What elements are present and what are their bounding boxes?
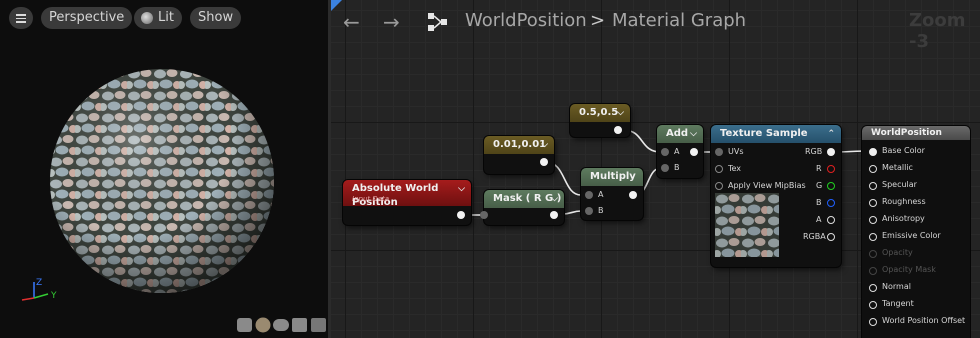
pin-label: Specular [882,180,917,189]
input-pin[interactable] [869,284,877,292]
axis-gizmo: Z Y [21,278,57,301]
input-pin[interactable] [480,211,488,219]
node-constant-05[interactable]: 0.5,0.5 ⌵ [570,104,630,137]
input-pin-b[interactable] [585,207,593,215]
pin-label-a: A [816,215,822,224]
pin-label: Opacity Mask [882,265,936,274]
pin-label-a: A [674,147,680,156]
pin-label: Metallic [882,163,913,172]
texture-thumbnail [715,193,779,257]
pin-label-b: B [674,163,680,172]
show-button[interactable]: Show [190,7,242,29]
cylinder-shape-icon[interactable] [237,318,252,332]
sphere-shape-icon[interactable] [255,317,271,333]
output-pin[interactable] [550,211,558,219]
input-pin[interactable] [869,216,877,224]
input-pin[interactable] [869,199,877,207]
input-pin[interactable] [869,267,877,275]
pin-label-r: R [816,164,822,173]
input-pin[interactable] [869,301,877,309]
output-pin-g[interactable] [827,182,835,190]
input-pin[interactable] [869,233,877,241]
pin-label-a: A [598,190,604,199]
chevron-down-icon[interactable]: ⌵ [551,190,558,208]
pin-label-rgba: RGBA [803,232,826,241]
output-pin-rgb[interactable] [827,148,835,156]
input-pin-mipbias[interactable] [715,182,723,190]
node-title: Multiply [590,171,636,182]
node-multiply[interactable]: Multiply A B [581,168,643,220]
output-pin-rgba[interactable] [827,233,835,241]
output-pin[interactable] [614,126,622,134]
chevron-down-icon[interactable]: ⌵ [541,136,548,154]
chevron-down-icon[interactable]: ⌵ [458,182,465,196]
chevron-up-icon[interactable]: ⌃ [827,125,835,143]
lit-sphere-icon [141,12,153,24]
output-pin-b[interactable] [827,199,835,207]
output-pin[interactable] [457,211,465,219]
material-editor: Perspective Lit Show Z Y ← → WorldPositi… [0,0,980,338]
pin-label-g: G [816,181,823,190]
output-pin-a[interactable] [827,216,835,224]
pin-label: Anisotropy [882,214,925,223]
node-title: 0.01,0.01 [493,139,547,150]
pin-label: Tangent [882,299,914,308]
output-pin[interactable] [629,191,637,199]
node-material-result[interactable]: WorldPosition Base Color Metallic Specular… [862,126,970,338]
node-subtitle: Input Data [352,195,390,203]
pin-label: Emissive Color [882,231,941,240]
input-pin-uvs[interactable] [715,148,723,156]
chevron-down-icon[interactable]: ⌵ [690,125,697,143]
lit-button[interactable]: Lit [134,7,182,29]
input-pin[interactable] [869,148,877,156]
preview-viewport[interactable]: Perspective Lit Show Z Y [0,0,331,338]
node-title: Add [666,128,689,139]
hamburger-icon [16,14,26,16]
output-pin[interactable] [540,158,548,166]
pin-label-uvs: UVs [728,147,744,156]
node-add[interactable]: Add ⌵ A B [657,125,703,178]
pin-label-rgb: RGB [805,147,823,156]
preview-sphere [50,69,274,293]
pin-label-b: B [816,198,822,207]
lit-label: Lit [158,10,174,25]
pin-label-mipbias: Apply View MipBias [728,181,806,190]
input-pin-a[interactable] [585,191,593,199]
input-pin-a[interactable] [661,148,669,156]
pin-label-tex: Tex [728,164,742,173]
wire-mask-to-multiply-b [561,210,582,215]
custom-mesh-icon[interactable] [311,318,326,332]
node-constant-001[interactable]: 0.01,0.01 ⌵ [484,136,554,174]
output-pin-r[interactable] [827,165,835,173]
node-title: WorldPosition [871,128,942,138]
chevron-down-icon[interactable]: ⌵ [617,104,624,122]
input-pin-tex[interactable] [715,165,723,173]
node-title: Texture Sample [720,128,808,139]
preview-shape-toolbar[interactable] [236,316,328,334]
perspective-button[interactable]: Perspective [41,7,133,29]
input-pin-b[interactable] [661,164,669,172]
pin-label: Base Color [882,146,925,155]
pin-label: Normal [882,282,911,291]
pin-label: World Position Offset [882,316,966,325]
input-pin[interactable] [869,165,877,173]
axis-z-label: Z [36,278,42,288]
input-pin[interactable] [869,182,877,190]
pin-label: Opacity [882,248,913,257]
input-pin[interactable] [869,250,877,258]
input-pin[interactable] [869,318,877,326]
cube-shape-icon[interactable] [292,318,307,332]
node-title: 0.5,0.5 [579,107,619,118]
viewport-menu-button[interactable] [9,7,33,29]
pin-label: Roughness [882,197,926,206]
output-pin[interactable] [690,148,698,156]
node-mask[interactable]: Mask ( R G ) ⌵ [480,190,564,225]
node-absolute-world-position[interactable]: Absolute World Position ⌵ Input Data [343,180,471,225]
pin-label-b: B [598,206,604,215]
axis-y-label: Y [50,291,57,301]
material-graph-canvas[interactable]: ← → WorldPosition > Material Graph Zoom … [331,0,980,338]
plane-shape-icon[interactable] [273,319,289,331]
node-texture-sample[interactable]: Texture Sample ⌃ UVs Tex Apply View MipB… [711,125,841,267]
